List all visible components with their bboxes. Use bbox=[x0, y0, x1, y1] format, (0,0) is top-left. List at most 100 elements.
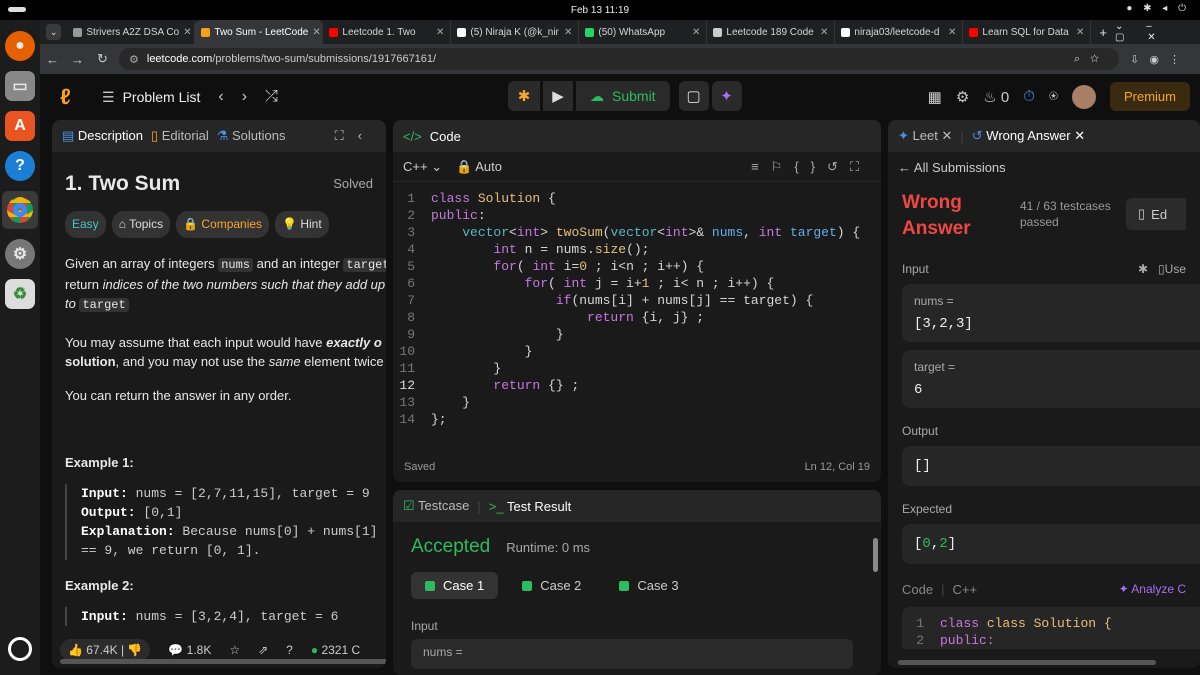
close-icon[interactable]: ✕ bbox=[948, 27, 956, 38]
horizontal-scrollbar[interactable] bbox=[60, 659, 386, 664]
ai-sparkle-icon[interactable]: ✦ bbox=[711, 81, 742, 111]
tab-solutions[interactable]: ⚗ Solutions bbox=[217, 128, 286, 144]
browser-tab[interactable]: Learn SQL for Data ✕ bbox=[963, 20, 1092, 44]
hint-chip[interactable]: 💡 Hint bbox=[275, 211, 329, 238]
case-1-button[interactable]: Case 1 bbox=[411, 572, 499, 599]
avatar[interactable] bbox=[1071, 84, 1096, 109]
activities-button[interactable] bbox=[8, 7, 26, 12]
browser-tab[interactable]: Leetcode 189 Code ✕ bbox=[707, 20, 836, 44]
code-lines[interactable]: 1 class Solution {2 public: 3 vector<int> t… bbox=[393, 182, 881, 428]
companies-chip[interactable]: 🔒 Companies bbox=[176, 211, 270, 238]
language-select[interactable]: C++ ⌄ bbox=[403, 159, 442, 175]
tab-test-result[interactable]: >_ Test Result bbox=[489, 499, 572, 514]
code-line[interactable]: 2 public: bbox=[393, 207, 881, 224]
case-3-button[interactable]: Case 3 bbox=[605, 572, 692, 599]
tab-testcase[interactable]: ☑ Testcase bbox=[403, 498, 469, 514]
submission-scrollbar[interactable] bbox=[898, 660, 1156, 665]
code-line[interactable]: 14}; bbox=[393, 411, 881, 428]
close-icon[interactable]: ✕ bbox=[436, 27, 444, 38]
code-line[interactable]: 13 } bbox=[393, 394, 881, 411]
panel-expand-collapse-icons[interactable]: ⛶‹ bbox=[335, 128, 376, 144]
code-line[interactable]: 7 if(nums[i] + nums[j] == target) { bbox=[393, 292, 881, 309]
list-icon: ☰ bbox=[102, 88, 115, 105]
close-icon[interactable]: ✕ bbox=[183, 27, 191, 38]
browser-tab[interactable]: Two Sum - LeetCode ✕ bbox=[195, 20, 324, 44]
browser-tab[interactable]: (50) WhatsApp ✕ bbox=[579, 20, 708, 44]
code-line[interactable]: 1 class Solution { bbox=[393, 190, 881, 207]
browser-tab[interactable]: (5) Niraja K (@k_nir ✕ bbox=[451, 20, 580, 44]
url-field[interactable]: ⚙ leetcode.com/problems/two-sum/submissi… bbox=[119, 48, 1119, 70]
code-line[interactable]: 3 vector<int> twoSum(vector<int>& nums, … bbox=[393, 224, 881, 241]
code-line[interactable]: 11 } bbox=[393, 360, 881, 377]
files-icon[interactable]: ▭ bbox=[5, 71, 35, 101]
site-info-icon[interactable]: ⚙ bbox=[129, 53, 139, 66]
shuffle-icon[interactable]: ⤮ bbox=[265, 88, 278, 106]
tab-wrong-answer[interactable]: ↺ Wrong Answer ✕ bbox=[972, 128, 1085, 144]
window-controls[interactable]: ⌄ – ▢ ✕ bbox=[1115, 21, 1200, 43]
system-tray[interactable]: ● ✱ ◂ ⏻ bbox=[1126, 3, 1190, 14]
auto-mode[interactable]: 🔒 Auto bbox=[456, 159, 502, 175]
streak-counter[interactable]: ♨ 0 bbox=[983, 88, 1009, 106]
help-icon[interactable]: ? bbox=[5, 151, 35, 181]
notes-icon[interactable]: ▢ bbox=[678, 81, 709, 111]
submit-button[interactable]: ☁ Submit bbox=[576, 81, 670, 111]
comments-button[interactable]: 💬 1.8K bbox=[168, 643, 211, 657]
layout-grid-icon[interactable]: ▦ bbox=[928, 88, 942, 106]
settings-icon[interactable]: ⚙ bbox=[5, 239, 35, 269]
difficulty-chip[interactable]: Easy bbox=[65, 211, 106, 238]
close-icon[interactable]: ✕ bbox=[820, 27, 828, 38]
run-play-icon[interactable]: ▶ bbox=[543, 81, 573, 111]
new-tab-button[interactable]: + bbox=[1091, 25, 1115, 40]
all-submissions-link[interactable]: ← All Submissions bbox=[888, 152, 1200, 182]
editorial-button[interactable]: ▯ Ed bbox=[1126, 198, 1186, 230]
tab-leet[interactable]: ✦ Leet ✕ bbox=[898, 128, 952, 144]
close-icon[interactable]: ✕ bbox=[312, 27, 320, 38]
use-testcase-button[interactable]: ✱ ▯Use bbox=[1138, 262, 1186, 276]
debug-icon[interactable]: ✱ bbox=[508, 81, 540, 111]
code-line[interactable]: 4 int n = nums.size(); bbox=[393, 241, 881, 258]
browser-tab[interactable]: Strivers A2Z DSA Co ✕ bbox=[67, 20, 196, 44]
app-center-icon[interactable]: A bbox=[5, 111, 35, 141]
case-2-button[interactable]: Case 2 bbox=[508, 572, 595, 599]
close-icon[interactable]: ✕ bbox=[1076, 27, 1084, 38]
share-icon[interactable]: ⇗ bbox=[258, 643, 268, 657]
code-line[interactable]: 8 return {i, j} ; bbox=[393, 309, 881, 326]
chrome-icon[interactable] bbox=[2, 191, 38, 229]
analyze-button[interactable]: ✦ Analyze C bbox=[1119, 582, 1186, 597]
prev-problem-icon[interactable]: ‹ bbox=[218, 88, 223, 106]
reload-icon[interactable]: ↻ bbox=[90, 51, 115, 67]
help-circle-icon[interactable]: ? bbox=[286, 643, 293, 657]
like-button[interactable]: 👍 67.4K | 👎 bbox=[60, 639, 151, 661]
tab-search-button[interactable]: ⌄ bbox=[46, 24, 62, 40]
close-icon[interactable]: ✕ bbox=[692, 27, 700, 38]
code-line[interactable]: 6 for( int j = i+1 ; i< n ; i++) { bbox=[393, 275, 881, 292]
tab-editorial[interactable]: ▯ Editorial bbox=[151, 128, 209, 144]
tab-description[interactable]: ▤ Description bbox=[62, 128, 143, 144]
next-problem-icon[interactable]: › bbox=[242, 88, 247, 106]
browser-tab[interactable]: niraja03/leetcode-d ✕ bbox=[835, 20, 964, 44]
star-icon[interactable]: ☆ bbox=[229, 643, 240, 657]
editor-tool-icons[interactable]: ≡⚐{}↺⛶ bbox=[751, 159, 871, 175]
result-scrollbar[interactable] bbox=[873, 538, 878, 572]
zoom-star-icons[interactable]: ⌕☆ bbox=[1074, 53, 1119, 66]
premium-button[interactable]: Premium bbox=[1109, 82, 1190, 111]
code-line[interactable]: 10 } bbox=[393, 343, 881, 360]
close-icon[interactable]: ✕ bbox=[564, 27, 572, 38]
browser-tab[interactable]: Leetcode 1. Two ✕ bbox=[323, 20, 452, 44]
code-line[interactable]: 12 return {} ; bbox=[393, 377, 881, 394]
forward-arrow-icon[interactable]: → bbox=[65, 52, 90, 67]
add-friend-icon[interactable]: ⍟ bbox=[1049, 88, 1058, 105]
leetcode-logo-icon[interactable]: ℓ bbox=[60, 85, 84, 109]
trash-icon[interactable]: ♻ bbox=[5, 279, 35, 309]
firefox-icon[interactable]: ● bbox=[5, 31, 35, 61]
ubuntu-icon[interactable] bbox=[8, 637, 32, 661]
code-line[interactable]: 9 } bbox=[393, 326, 881, 343]
settings-gear-icon[interactable]: ⚙ bbox=[956, 88, 969, 106]
extension-icons[interactable]: ⇩◉⋮ bbox=[1130, 53, 1200, 66]
topics-chip[interactable]: ⌂ Topics bbox=[111, 211, 171, 238]
code-line[interactable]: 5 for( int i=0 ; i<n ; i++) { bbox=[393, 258, 881, 275]
clock[interactable]: Feb 13 11:19 bbox=[571, 5, 629, 16]
timer-icon[interactable]: ⏱ bbox=[1023, 88, 1035, 105]
back-arrow-icon[interactable]: ← bbox=[40, 52, 65, 67]
problem-list-button[interactable]: ☰ Problem List bbox=[102, 89, 200, 106]
